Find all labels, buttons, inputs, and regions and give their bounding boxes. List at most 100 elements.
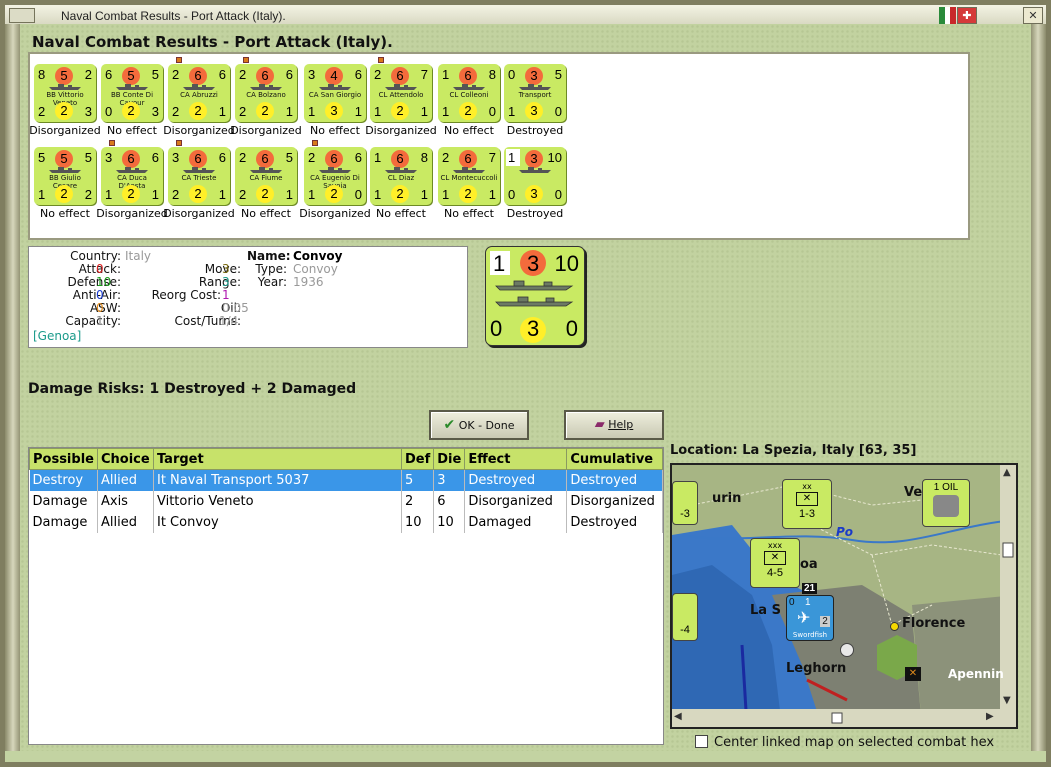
map-unit-swordfish[interactable]: 0 1 ✈ 2 Swordfish <box>786 595 834 641</box>
swordfish-tc: 1 <box>805 597 811 608</box>
cell-choice: Axis <box>97 490 154 512</box>
warship-icon <box>319 167 351 173</box>
counter-face: 555BB Giulio Cesare122 <box>34 147 96 205</box>
counter-br-value: 0 <box>554 104 562 119</box>
counter-face: 266CA Eugenio Di Savoia120 <box>304 147 366 205</box>
counter-ship-name: CA Bolzano <box>246 91 286 99</box>
center-map-checkbox[interactable]: Center linked map on selected combat hex <box>695 735 994 750</box>
counter-bl-value: 1 <box>374 104 382 119</box>
map-unit-corps-1-3[interactable]: xx ✕ 1-3 <box>782 479 832 529</box>
ok-done-label: OK - Done <box>458 419 515 432</box>
window-title: Naval Combat Results - Port Attack (Ital… <box>61 9 286 23</box>
unit-counter[interactable]: 266CA Eugenio Di Savoia120Disorganized <box>299 140 371 220</box>
scroll-up-arrow-icon[interactable]: ▲ <box>1003 467 1011 478</box>
map-oil-resource[interactable]: 1 OIL <box>922 479 970 527</box>
table-row[interactable]: Damage Axis Vittorio Veneto 2 6 Disorgan… <box>29 490 663 512</box>
col-choice[interactable]: Choice <box>96 448 154 470</box>
counter-yellow-value: 2 <box>189 102 207 120</box>
unit-counter[interactable]: 2 6 6 CA Abruzzi 2 2 1 Disorganized <box>163 57 235 137</box>
ok-done-button[interactable]: ✔ OK - Done <box>429 410 529 440</box>
scroll-right-arrow-icon[interactable]: ▶ <box>986 711 994 722</box>
col-effect[interactable]: Effect <box>464 448 568 470</box>
unit-counter[interactable]: 3 6 6 CA Trieste 2 2 1 Disorganized <box>163 140 235 220</box>
col-target[interactable]: Target <box>152 448 402 470</box>
col-cumulative[interactable]: Cumulative <box>566 448 663 470</box>
unit-counter[interactable]: 2 6 5 CA Fiume 2 2 1 No effect <box>235 147 297 220</box>
unit-location[interactable]: [Genoa] <box>33 329 81 343</box>
cell-def: 2 <box>401 490 435 512</box>
counter-tr-value: 5 <box>285 150 293 165</box>
unit-counter[interactable]: 655BB Conte Di Cavour023No effect <box>101 64 163 137</box>
counter-ship-name: CA Trieste <box>181 174 217 182</box>
counter-bl-value: 1 <box>442 104 450 119</box>
warship-icon <box>453 167 485 173</box>
counter-face: 655BB Conte Di Cavour023 <box>101 64 163 122</box>
status-badge <box>109 140 115 146</box>
col-die[interactable]: Die <box>433 448 466 470</box>
scroll-down-arrow-icon[interactable]: ▼ <box>1003 695 1011 706</box>
counter-face: 2 6 6 CA Bolzano 2 2 1 <box>235 64 297 122</box>
counter-tr-value: 6 <box>218 67 226 82</box>
unit-counter[interactable]: 852BB Vittorio Veneto223Disorganized <box>29 64 101 137</box>
hq-marker-icon[interactable]: ✕ <box>905 667 921 681</box>
unit-counter[interactable]: 366CA Duca D'Aosta121Disorganized <box>96 140 168 220</box>
counter-bl-value: 2 <box>172 187 180 202</box>
combat-result-text: Destroyed <box>506 124 564 137</box>
warship-icon <box>319 84 351 90</box>
unit-counter[interactable]: 2 6 6 CA Bolzano 2 2 1 Disorganized <box>230 57 302 137</box>
table-row[interactable]: Destroy Allied It Naval Transport 5037 5… <box>29 469 663 491</box>
antiair-value: 0 <box>96 288 104 302</box>
counter-face: 2 6 5 CA Fiume 2 2 1 <box>235 147 297 205</box>
unit-counter[interactable]: 555BB Giulio Cesare122No effect <box>34 147 96 220</box>
unit-counter[interactable]: 3 4 6 CA San Giorgio 1 3 1 No effect <box>304 64 366 137</box>
unit-counter[interactable]: 0 3 5 Transport 1 3 0 Destroyed <box>504 64 566 137</box>
map-unit-partial-1[interactable]: -3 <box>672 481 698 525</box>
swordfish-label: Swordfish <box>792 631 828 639</box>
counter-bl-value: 2 <box>38 104 46 119</box>
counter-br-value: 1 <box>151 187 159 202</box>
cell-target: Vittorio Veneto <box>153 490 402 512</box>
cell-cumulative: Destroyed <box>566 511 663 533</box>
unit-counter[interactable]: 1 6 8 CL Diaz 1 2 1 No effect <box>370 147 432 220</box>
counter-bl-value: 0 <box>105 104 113 119</box>
col-possible[interactable]: Possible <box>29 448 98 470</box>
counter-face: 1 3 10 0 3 0 <box>504 147 566 205</box>
help-button[interactable]: ▰ Help <box>564 410 664 440</box>
linked-map[interactable]: urin Ve Po oa La S Florence Leghorn Apen… <box>670 463 1018 729</box>
counter-tr-value: 6 <box>218 150 226 165</box>
counter-tl-value: 2 <box>239 67 247 82</box>
help-book-icon: ▰ <box>594 417 605 432</box>
year-label: Year: <box>257 275 287 289</box>
cell-effect: Disorganized <box>464 490 568 512</box>
combat-result-text: No effect <box>376 207 426 220</box>
map-unit-partial-2[interactable]: -4 <box>672 593 698 641</box>
map-label-po: Po <box>836 525 854 539</box>
unit-counter[interactable]: 2 6 7 CL Attendolo 1 2 1 Disorganized <box>365 57 437 137</box>
counter-bl-value: 2 <box>239 187 247 202</box>
counter-br-value: 1 <box>488 187 496 202</box>
col-def[interactable]: Def <box>400 448 435 470</box>
name-label: Name: <box>247 249 291 263</box>
counter-br-value: 3 <box>151 104 159 119</box>
counter-ship-name: CA San Giorgio <box>308 91 362 99</box>
big-counter-tr: 10 <box>554 251 579 276</box>
window-menu-icon[interactable] <box>9 8 35 23</box>
counter-tr-value: 7 <box>488 150 496 165</box>
checkbox-box[interactable] <box>695 735 708 748</box>
cell-die: 10 <box>433 511 466 533</box>
counter-br-value: 2 <box>84 187 92 202</box>
table-row[interactable]: Damage Allied It Convoy 10 10 Damaged De… <box>29 511 663 533</box>
counter-face: 852BB Vittorio Veneto223 <box>34 64 96 122</box>
counter-tr-value: 6 <box>285 67 293 82</box>
unit-counter[interactable]: 1 3 10 0 3 0 Destroyed <box>504 147 566 220</box>
counter-br-value: 1 <box>285 104 293 119</box>
unit-strength: 1-3 <box>799 508 815 520</box>
unit-counter[interactable]: 2 6 7 CL Montecuccoli 1 2 1 No effect <box>438 147 500 220</box>
map-unit-army-4-5[interactable]: xxx ✕ 4-5 <box>750 538 800 588</box>
attack-value: 0 <box>96 262 104 276</box>
counter-tr-value: 8 <box>420 150 428 165</box>
plane-icon: ✈ <box>797 608 811 627</box>
scroll-left-arrow-icon[interactable]: ◀ <box>674 711 682 722</box>
close-icon[interactable]: ✕ <box>1023 7 1043 24</box>
unit-counter[interactable]: 1 6 8 CL Colleoni 1 2 0 No effect <box>438 64 500 137</box>
